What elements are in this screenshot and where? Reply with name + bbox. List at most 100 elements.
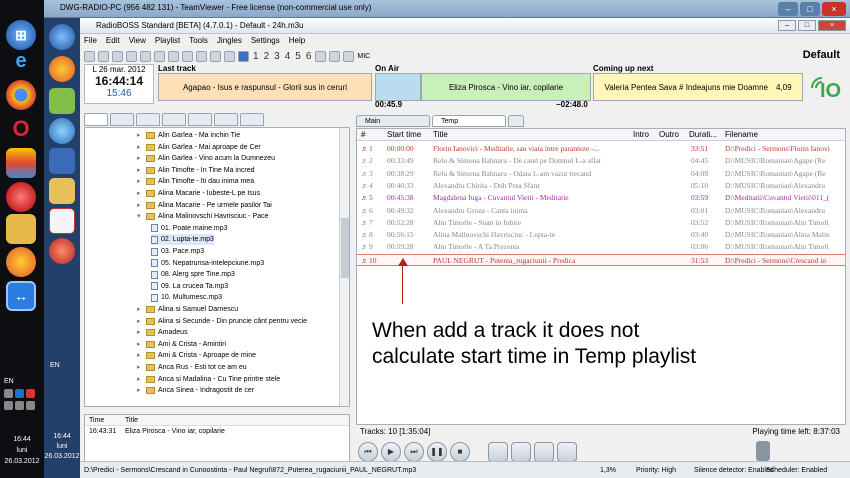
playlist-row[interactable]: ♬ 3 00:38:29 Relu & Simona Bahnaru - Odata … — [357, 168, 845, 180]
save-as-icon[interactable] — [126, 50, 137, 62]
schedule-tab-icon[interactable] — [136, 113, 160, 126]
remote-app-icon[interactable] — [49, 88, 75, 114]
list-tab-icon[interactable] — [240, 113, 264, 126]
menu-jingles[interactable]: Jingles — [217, 34, 242, 47]
col-outro[interactable]: Outro — [659, 129, 679, 141]
playlist-row[interactable]: ♬ 1 00:00:00 Florin Ianovici - Meditatie, s… — [357, 143, 845, 155]
config-icon[interactable] — [224, 50, 235, 62]
playlist-row[interactable]: ♬ 7 00:52:28 Alin Timofte - Stam in Iubire 0… — [357, 217, 845, 229]
winamp-icon[interactable] — [6, 148, 36, 178]
microphone-icon[interactable] — [343, 50, 355, 62]
expand-icon[interactable]: ▸ — [137, 130, 143, 141]
expand-icon[interactable]: ▾ — [137, 211, 143, 222]
remote-radioboss-icon[interactable] — [49, 238, 75, 264]
mode-button-2[interactable] — [511, 442, 531, 462]
tree-folder[interactable]: ▸ Alin Timofte - Iti dau inima mea — [137, 176, 254, 187]
tree-folder[interactable]: ▸ Alina Macarie - Iubeste-L pe Isus — [137, 188, 260, 199]
remote-firefox-icon[interactable] — [49, 56, 75, 82]
playlist-row[interactable]: ♬ 10 PAUL NEGRUT - Puterea_rugaciunii - Pr… — [357, 253, 845, 266]
open-icon[interactable] — [84, 50, 95, 62]
tray-icon[interactable] — [26, 401, 35, 410]
expand-icon[interactable]: ▸ — [137, 165, 143, 176]
tree-folder[interactable]: ▸ Alin Timofte - In Tine Ma incred — [137, 165, 254, 176]
expand-icon[interactable]: ▸ — [137, 142, 143, 153]
delete-icon[interactable] — [182, 50, 193, 62]
tray-icon[interactable] — [4, 401, 13, 410]
opera-icon[interactable]: O — [6, 114, 36, 144]
menu-settings[interactable]: Settings — [251, 34, 280, 47]
playlist-table[interactable]: # Start time Title Intro Outro Durati...… — [356, 128, 846, 425]
folder-icon[interactable] — [6, 214, 36, 244]
expand-icon[interactable]: ▸ — [137, 304, 143, 315]
tree-folder[interactable]: ▸ Alina Macarie - Pe urmele pasilor Tai — [137, 200, 272, 211]
expand-icon[interactable]: ▸ — [137, 327, 143, 338]
app-red-icon[interactable] — [6, 182, 36, 212]
tree-folder[interactable]: ▸ Alina si Secunde - Din pruncie cânt pen… — [137, 316, 307, 327]
playlist-row[interactable]: ♬ 5 00:45:38 Magdalena Iuga - Cuvantul Viet… — [357, 192, 845, 204]
remote-checklist-icon[interactable] — [49, 208, 75, 234]
mode-button-1[interactable] — [488, 442, 508, 462]
tree-folder[interactable]: ▸ Anca Sinea - Indragostit de cer — [137, 385, 254, 396]
expand-icon[interactable]: ▸ — [137, 350, 143, 361]
history-col-title[interactable]: Title — [125, 415, 138, 425]
remote-language-indicator[interactable]: EN — [50, 362, 60, 369]
playlist-1-button[interactable]: 1 — [252, 51, 260, 62]
folder-tab-icon[interactable] — [84, 113, 108, 126]
expand-icon[interactable]: ▸ — [137, 385, 143, 396]
list-icon[interactable] — [196, 50, 207, 62]
rb-minimize-button[interactable]: – — [778, 20, 796, 31]
tray-icon[interactable] — [15, 401, 24, 410]
tree-folder[interactable]: ▸ Ami & Crista - Amintiri — [137, 339, 226, 350]
minimize-button[interactable]: – — [778, 2, 798, 16]
tray-icon[interactable] — [4, 389, 13, 398]
volume-slider[interactable] — [756, 441, 770, 461]
playlist-5-button[interactable]: 5 — [294, 51, 302, 62]
plugin-tab-icon[interactable] — [214, 113, 238, 126]
tree-folder[interactable]: ▸ Alin Garlea - Ma inchin Tie — [137, 130, 240, 141]
tree-file[interactable]: 01. Poate maine.mp3 — [151, 223, 228, 234]
stop-button[interactable]: ■ — [450, 442, 470, 462]
cut-icon[interactable] — [140, 50, 151, 62]
playlist-row[interactable]: ♬ 8 00:56:15 Alina Malinovschi Havrisciuc -… — [357, 229, 845, 241]
sort-icon[interactable] — [210, 50, 221, 62]
firefox-icon[interactable] — [6, 247, 36, 277]
clock-tab-icon[interactable] — [162, 113, 186, 126]
previous-button[interactable]: ⏮ — [358, 442, 378, 462]
maximize-button[interactable]: □ — [800, 2, 820, 16]
tree-scrollbar[interactable] — [339, 128, 349, 406]
menu-file[interactable]: File — [84, 34, 97, 47]
expand-icon[interactable]: ▸ — [137, 188, 143, 199]
menu-help[interactable]: Help — [289, 34, 305, 47]
save-icon[interactable] — [112, 50, 123, 62]
tree-folder[interactable]: ▸ Anca Rus - Esti tot ce am eu — [137, 362, 247, 373]
gear-icon[interactable] — [329, 50, 341, 62]
col-start-time[interactable]: Start time — [387, 129, 421, 141]
remote-save-icon[interactable] — [49, 148, 75, 174]
taskbar-clock[interactable]: 16:44 luni 26.03.2012 — [0, 434, 44, 467]
search-tab-icon[interactable] — [110, 113, 134, 126]
pause-button[interactable]: ❚❚ — [427, 442, 447, 462]
expand-icon[interactable]: ▸ — [137, 176, 143, 187]
tab-temp[interactable]: Temp — [432, 115, 506, 127]
playlist-3-button[interactable]: 3 — [273, 51, 281, 62]
rb-maximize-button[interactable]: □ — [798, 20, 816, 31]
open-folder-icon[interactable] — [98, 50, 109, 62]
expand-icon[interactable]: ▸ — [137, 153, 143, 164]
playlist-row[interactable]: ♬ 9 00:59:28 Alin Timofte - A Ta Prezenta 03… — [357, 241, 845, 253]
remote-folder-icon[interactable] — [49, 178, 75, 204]
remote-globe-icon[interactable] — [49, 118, 75, 144]
playlist-4-button[interactable]: 4 — [284, 51, 292, 62]
tree-folder[interactable]: ▸ Ami & Crista - Aproape de mine — [137, 350, 256, 361]
tree-folder[interactable]: ▾ Alina Malinovschi Havrisciuc - Pace — [137, 211, 268, 222]
expand-icon[interactable]: ▸ — [137, 200, 143, 211]
language-indicator[interactable]: EN — [4, 378, 40, 385]
history-row[interactable]: 16:43:31 Eliza Pirosca - Vino iar, copil… — [85, 426, 349, 437]
tree-folder[interactable]: ▸ Amadeus — [137, 327, 188, 338]
expand-icon[interactable]: ▸ — [137, 362, 143, 373]
tree-file[interactable]: 08. Alerg spre Tine.mp3 — [151, 269, 235, 280]
col-intro[interactable]: Intro — [633, 129, 649, 141]
settings-gear-icon[interactable] — [315, 50, 327, 62]
play-button[interactable]: ▶ — [381, 442, 401, 462]
mode-button-4[interactable] — [557, 442, 577, 462]
copy-icon[interactable] — [154, 50, 165, 62]
